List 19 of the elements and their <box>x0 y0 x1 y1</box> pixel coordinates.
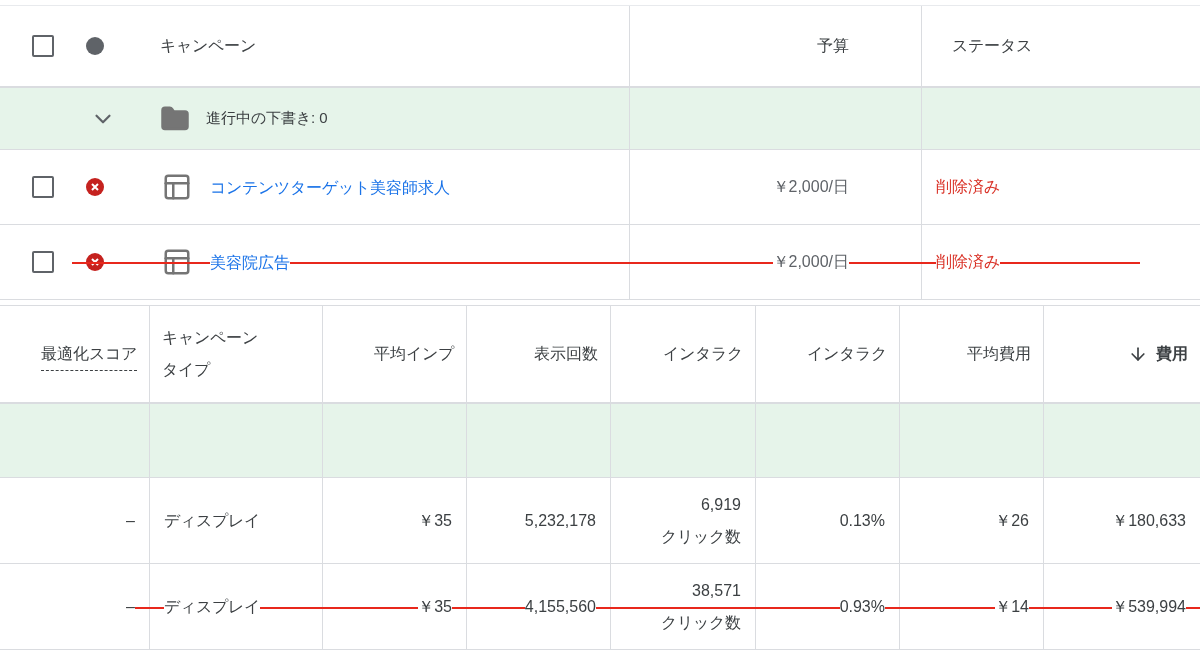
column-header[interactable]: 最適化スコア <box>41 337 137 371</box>
display-campaign-icon <box>162 172 192 202</box>
checkbox[interactable] <box>32 176 54 198</box>
checkbox[interactable] <box>32 251 54 273</box>
column-header[interactable]: キャンペーン <box>160 34 256 58</box>
column-header[interactable]: インタラク <box>663 338 743 370</box>
group-label: 進行中の下書き: 0 <box>206 108 328 129</box>
column-header[interactable]: 表示回数 <box>534 338 598 370</box>
column-header[interactable]: インタラク <box>807 338 887 370</box>
column-header[interactable]: ステータス <box>952 34 1032 58</box>
status-dot-icon <box>86 37 104 55</box>
checkbox[interactable] <box>32 35 54 57</box>
column-header[interactable]: 平均費用 <box>967 338 1031 370</box>
removed-status-icon <box>86 178 104 196</box>
display-campaign-icon <box>162 247 192 277</box>
column-header[interactable]: 平均インプ <box>374 338 454 370</box>
column-header[interactable]: 予算 <box>817 34 849 58</box>
column-header[interactable]: 費用 <box>1128 338 1188 370</box>
column-header[interactable]: キャンペーンタイプ <box>162 322 272 386</box>
